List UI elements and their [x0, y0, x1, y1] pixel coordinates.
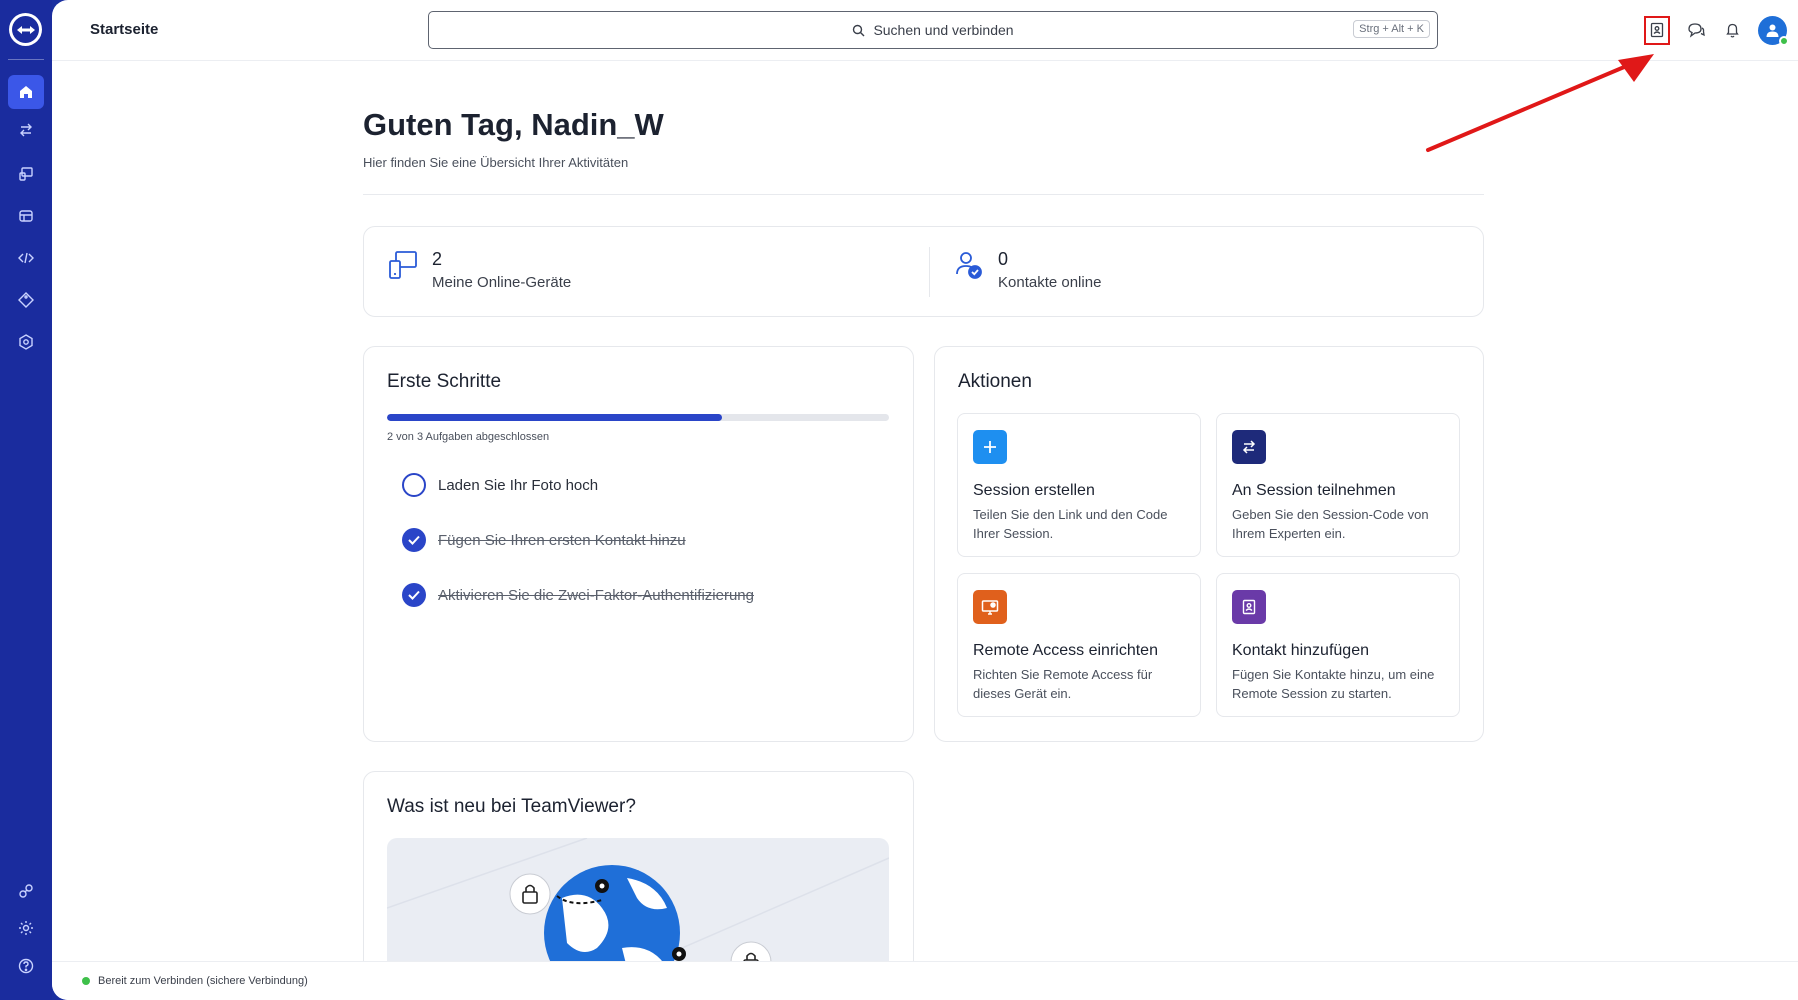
task-upload-photo[interactable]: Laden Sie Ihr Foto hoch: [402, 473, 598, 497]
search-icon: [853, 24, 865, 36]
user-avatar[interactable]: [1758, 16, 1789, 46]
monitor-gear-icon: [981, 600, 999, 615]
status-bar: Bereit zum Verbinden (sichere Verbindung…: [52, 961, 1798, 1000]
search-input[interactable]: Suchen und verbinden Strg + Alt + K: [428, 11, 1438, 49]
stat-label: Meine Online-Geräte: [432, 274, 572, 291]
user-icon: [1766, 24, 1779, 37]
action-create-session[interactable]: Session erstellen Teilen Sie den Link un…: [957, 413, 1201, 557]
chat-button[interactable]: [1684, 18, 1708, 42]
stack-icon: [19, 210, 33, 222]
stat-label: Kontakte online: [998, 274, 1102, 291]
action-icon-bg: [973, 590, 1007, 624]
help-icon: [18, 958, 34, 974]
contact-check-icon: [956, 252, 982, 279]
settings-icon: [19, 921, 33, 935]
action-description: Teilen Sie den Link und den Code Ihrer S…: [973, 507, 1168, 541]
teamviewer-logo-icon[interactable]: [9, 13, 42, 46]
action-title: Remote Access einrichten: [973, 642, 1158, 659]
devices-icon: [389, 251, 417, 279]
action-icon-bg: [973, 430, 1007, 464]
sidebar-item-home[interactable]: [8, 75, 44, 109]
actions-title: Aktionen: [958, 371, 1032, 392]
devices-icon: [19, 167, 33, 181]
sidebar-item-connect[interactable]: [8, 113, 44, 147]
online-status-dot: [1779, 36, 1789, 46]
code-icon: [18, 252, 34, 264]
progress-text: 2 von 3 Aufgaben abgeschlossen: [387, 431, 550, 443]
shield-gear-icon: [19, 334, 33, 350]
connection-status-dot: [82, 977, 90, 985]
integrations-icon: [19, 884, 33, 898]
stat-online-devices[interactable]: 2 Meine Online-Geräte: [388, 249, 571, 291]
notifications-button[interactable]: [1720, 18, 1744, 42]
sidebar-item-security[interactable]: [8, 325, 44, 359]
onboarding-title: Erste Schritte: [387, 371, 502, 392]
section-divider: [363, 194, 1484, 195]
actions-card: Aktionen Session erstellen Teilen Sie de…: [934, 346, 1484, 742]
swap-arrows-icon: [20, 123, 32, 137]
stat-divider: [929, 247, 930, 297]
check-circle-icon: [402, 583, 426, 607]
connection-status-text: Bereit zum Verbinden (sichere Verbindung…: [98, 975, 308, 987]
action-description: Geben Sie den Session-Code von Ihrem Exp…: [1232, 507, 1429, 541]
sidebar-item-devices[interactable]: [8, 157, 44, 191]
search-shortcut-hint: Strg + Alt + K: [1353, 20, 1430, 38]
news-title: Was ist neu bei TeamViewer?: [387, 796, 636, 817]
sidebar: [0, 0, 52, 1000]
sidebar-item-stack[interactable]: [8, 199, 44, 233]
contact-book-button[interactable]: [1645, 18, 1669, 42]
sidebar-item-integrations[interactable]: [8, 874, 44, 908]
onboarding-progress-bar: [387, 414, 889, 421]
action-add-contact[interactable]: Kontakt hinzufügen Fügen Sie Kontakte hi…: [1216, 573, 1460, 717]
action-title: Session erstellen: [973, 482, 1095, 499]
task-label: Fügen Sie Ihren ersten Kontakt hinzu: [438, 531, 686, 549]
action-title: Kontakt hinzufügen: [1232, 642, 1369, 659]
action-setup-remote-access[interactable]: Remote Access einrichten Richten Sie Rem…: [957, 573, 1201, 717]
action-description: Richten Sie Remote Access für dieses Ger…: [973, 667, 1153, 701]
stats-card: 2 Meine Online-Geräte 0 Kontakte online: [363, 226, 1484, 317]
sidebar-item-tags[interactable]: [8, 283, 44, 317]
task-label: Aktivieren Sie die Zwei-Faktor-Authentif…: [438, 586, 754, 604]
task-label: Laden Sie Ihr Foto hoch: [438, 476, 599, 494]
contact-book-icon: [1650, 22, 1664, 38]
task-add-contact[interactable]: Fügen Sie Ihren ersten Kontakt hinzu: [402, 528, 686, 552]
onboarding-card: Erste Schritte 2 von 3 Aufgaben abgeschl…: [363, 346, 914, 742]
stat-contacts-online[interactable]: 0 Kontakte online: [954, 249, 1101, 291]
search-placeholder: Suchen und verbinden: [873, 22, 1014, 38]
main-content: Startseite Suchen und verbinden Strg + A…: [52, 0, 1798, 1000]
bell-icon: [1725, 23, 1739, 38]
progress-fill: [387, 414, 722, 421]
action-icon-bg: [1232, 430, 1266, 464]
swap-arrows-icon: [1242, 440, 1256, 454]
action-title: An Session teilnehmen: [1232, 482, 1396, 499]
greeting-subtitle: Hier finden Sie eine Übersicht Ihrer Akt…: [363, 155, 629, 170]
sidebar-item-code[interactable]: [8, 241, 44, 275]
action-description: Fügen Sie Kontakte hinzu, um eine Remote…: [1232, 667, 1435, 701]
check-circle-icon: [402, 528, 426, 552]
annotation-arrow: [1426, 54, 1654, 152]
page-title: Startseite: [90, 21, 159, 38]
contact-book-icon: [1242, 599, 1256, 615]
tag-icon: [18, 292, 34, 308]
greeting-title: Guten Tag, Nadin_W: [363, 107, 664, 142]
sidebar-item-settings[interactable]: [8, 911, 44, 945]
task-enable-2fa[interactable]: Aktivieren Sie die Zwei-Faktor-Authentif…: [402, 583, 754, 607]
action-join-session[interactable]: An Session teilnehmen Geben Sie den Sess…: [1216, 413, 1460, 557]
stat-value: 2: [432, 249, 443, 269]
home-icon: [20, 86, 32, 98]
plus-icon: [984, 441, 996, 453]
sidebar-item-help[interactable]: [8, 949, 44, 983]
unchecked-circle-icon: [402, 473, 426, 497]
stat-value: 0: [998, 249, 1009, 269]
sidebar-divider: [8, 59, 44, 60]
action-icon-bg: [1232, 590, 1266, 624]
chat-icon: [1688, 23, 1705, 38]
